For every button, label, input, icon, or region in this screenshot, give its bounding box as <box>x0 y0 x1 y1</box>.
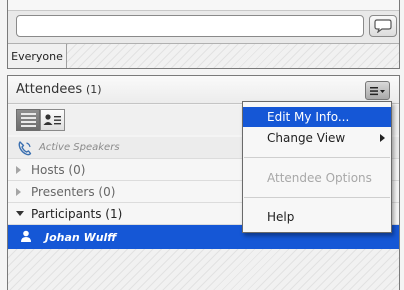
user-icon <box>21 230 31 242</box>
role-label-hosts: Hosts (0) <box>31 162 86 177</box>
list-view-button[interactable] <box>16 109 40 131</box>
collapse-arrow-icon[interactable] <box>16 211 24 216</box>
phone-icon <box>18 141 32 156</box>
chat-message-input[interactable] <box>16 15 364 37</box>
role-label-participants: Participants (1) <box>31 206 123 221</box>
chat-recipient-bar: Everyone <box>8 43 399 68</box>
attendees-count: (1) <box>86 83 102 96</box>
pod-menu-button[interactable] <box>365 81 390 100</box>
menu-item-change-view-label: Change View <box>267 131 346 145</box>
detail-view-icon <box>43 114 61 125</box>
send-message-button[interactable] <box>369 15 397 37</box>
detail-view-button[interactable] <box>40 109 65 131</box>
role-label-presenters: Presenters (0) <box>31 184 116 199</box>
pod-menu-icon <box>369 86 385 95</box>
pod-options-menu: Edit My Info... Change View Attendee Opt… <box>242 101 392 233</box>
menu-item-help[interactable]: Help <box>243 207 391 227</box>
menu-item-edit-my-info[interactable]: Edit My Info... <box>243 107 391 127</box>
chat-message-area <box>8 0 399 11</box>
menu-item-change-view[interactable]: Change View <box>243 128 391 148</box>
menu-separator <box>244 157 390 158</box>
attendee-list-empty-area <box>8 249 399 290</box>
attendees-title: Attendees <box>16 82 83 97</box>
menu-item-attendee-options: Attendee Options <box>267 171 372 185</box>
expand-arrow-icon[interactable] <box>16 187 21 196</box>
everyone-tab[interactable]: Everyone <box>8 44 67 68</box>
expand-arrow-icon[interactable] <box>16 165 21 174</box>
speech-bubble-icon <box>374 19 392 33</box>
attendees-header: Attendees (1) <box>8 76 399 104</box>
active-speakers-label: Active Speakers <box>39 142 120 153</box>
submenu-arrow-icon <box>380 134 385 142</box>
attendee-name: Johan Wulff <box>45 230 117 244</box>
menu-separator <box>244 197 390 198</box>
list-view-icon <box>20 113 36 115</box>
chat-pod: Everyone <box>7 0 400 69</box>
